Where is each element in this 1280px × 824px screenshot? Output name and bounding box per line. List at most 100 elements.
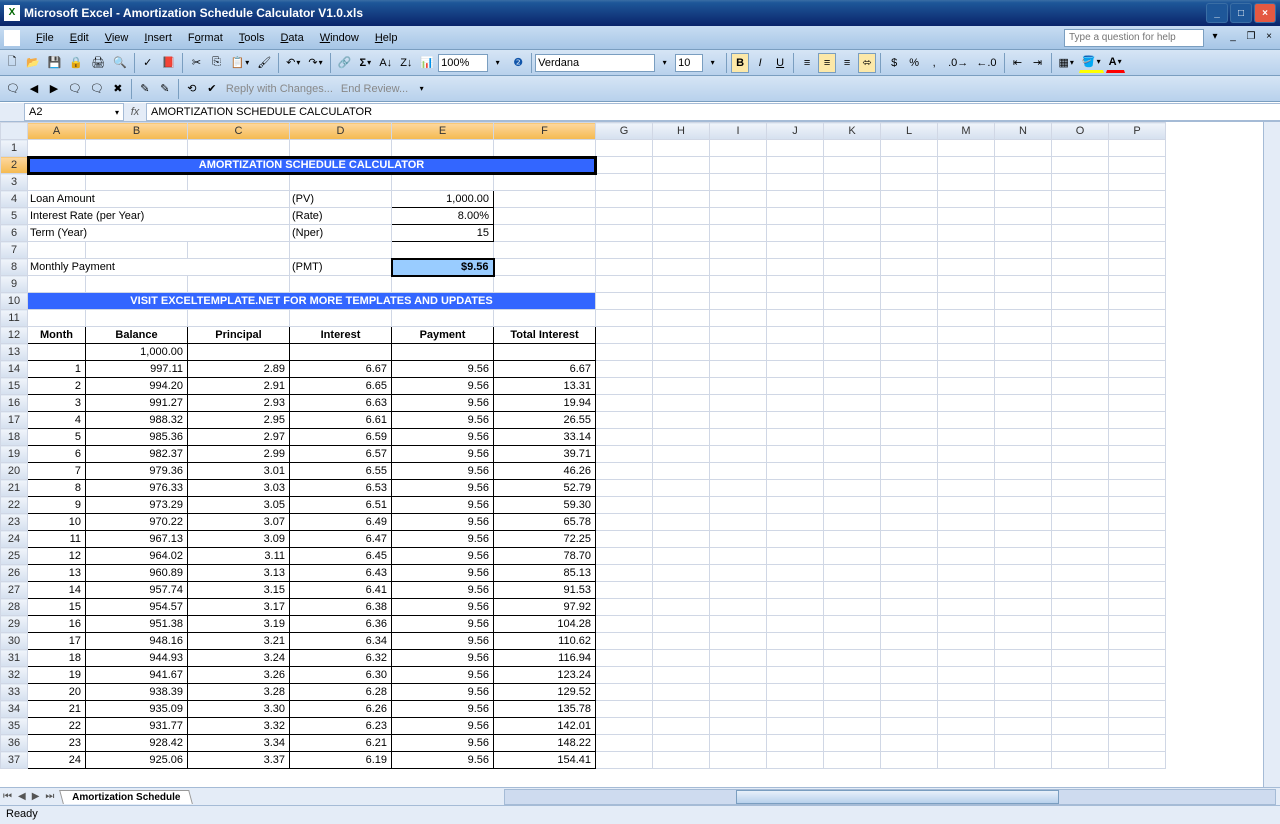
table-cell[interactable]: 6.43 <box>290 565 392 582</box>
row-header-7[interactable]: 7 <box>1 242 28 259</box>
cell[interactable] <box>767 157 824 174</box>
increase-decimal-button[interactable]: .0→ <box>945 53 971 73</box>
table-cell[interactable]: 988.32 <box>86 412 188 429</box>
row-header-8[interactable]: 8 <box>1 259 28 276</box>
maximize-button[interactable]: □ <box>1230 3 1252 23</box>
cell[interactable] <box>86 242 188 259</box>
banner-title[interactable]: AMORTIZATION SCHEDULE CALCULATOR <box>28 157 596 174</box>
table-cell[interactable]: 994.20 <box>86 378 188 395</box>
table-cell[interactable]: 1 <box>28 361 86 378</box>
cell[interactable] <box>86 276 188 293</box>
table-cell[interactable]: 2 <box>28 378 86 395</box>
table-cell[interactable] <box>28 344 86 361</box>
cell[interactable] <box>86 140 188 157</box>
cell[interactable] <box>995 157 1052 174</box>
table-cell[interactable]: 931.77 <box>86 718 188 735</box>
print-button[interactable]: 🖨 <box>88 53 108 73</box>
cell[interactable] <box>1052 157 1109 174</box>
table-cell[interactable]: 970.22 <box>86 514 188 531</box>
cell[interactable] <box>995 276 1052 293</box>
table-cell[interactable]: 973.29 <box>86 497 188 514</box>
decrease-decimal-button[interactable]: ←.0 <box>973 53 999 73</box>
table-cell[interactable]: 15 <box>28 599 86 616</box>
cell[interactable] <box>938 174 995 191</box>
table-cell[interactable]: 954.57 <box>86 599 188 616</box>
table-cell[interactable]: 985.36 <box>86 429 188 446</box>
cell[interactable] <box>28 276 86 293</box>
table-cell[interactable]: 9.56 <box>392 752 494 769</box>
cell[interactable] <box>1109 276 1166 293</box>
row-header-22[interactable]: 22 <box>1 497 28 514</box>
cell[interactable] <box>188 174 290 191</box>
col-header-N[interactable]: N <box>995 123 1052 140</box>
cell[interactable] <box>392 276 494 293</box>
table-cell[interactable]: 123.24 <box>494 667 596 684</box>
row-header-14[interactable]: 14 <box>1 361 28 378</box>
table-cell[interactable]: 3.11 <box>188 548 290 565</box>
table-cell[interactable]: 18 <box>28 650 86 667</box>
row-header-12[interactable]: 12 <box>1 327 28 344</box>
table-cell[interactable]: 2.99 <box>188 446 290 463</box>
row-header-29[interactable]: 29 <box>1 616 28 633</box>
table-cell[interactable]: 6.61 <box>290 412 392 429</box>
input-label[interactable]: Interest Rate (per Year) <box>28 208 290 225</box>
percent-button[interactable]: % <box>905 53 923 73</box>
table-cell[interactable]: 59.30 <box>494 497 596 514</box>
end-review-button[interactable]: End Review... <box>337 83 412 95</box>
cell[interactable] <box>494 174 596 191</box>
fontsize-dropdown[interactable]: ▾ <box>704 53 722 73</box>
row-header-26[interactable]: 26 <box>1 565 28 582</box>
show-all-comments-button[interactable]: 🗨 <box>87 79 107 99</box>
cell[interactable] <box>494 242 596 259</box>
table-cell[interactable]: 9.56 <box>392 650 494 667</box>
prev-comment-button[interactable]: ◀ <box>25 79 43 99</box>
table-cell[interactable]: 154.41 <box>494 752 596 769</box>
col-header-L[interactable]: L <box>881 123 938 140</box>
input-label[interactable]: Loan Amount <box>28 191 290 208</box>
table-cell[interactable]: 13.31 <box>494 378 596 395</box>
table-cell[interactable]: 9.56 <box>392 480 494 497</box>
table-cell[interactable]: 9.56 <box>392 616 494 633</box>
table-cell[interactable]: 2.97 <box>188 429 290 446</box>
table-cell[interactable]: 6.41 <box>290 582 392 599</box>
select-all-button[interactable] <box>1 123 28 140</box>
row-header-24[interactable]: 24 <box>1 531 28 548</box>
ink-button[interactable]: ✎ <box>136 79 154 99</box>
row-header-32[interactable]: 32 <box>1 667 28 684</box>
row-header-16[interactable]: 16 <box>1 395 28 412</box>
table-cell[interactable]: 6.32 <box>290 650 392 667</box>
delete-comment-button[interactable]: ✖ <box>109 79 127 99</box>
col-header-D[interactable]: D <box>290 123 392 140</box>
cell[interactable] <box>938 140 995 157</box>
cell[interactable] <box>653 310 710 327</box>
sort-desc-button[interactable]: Z↓ <box>397 53 415 73</box>
decrease-indent-button[interactable]: ⇤ <box>1009 53 1027 73</box>
banner-link[interactable]: VISIT EXCELTEMPLATE.NET FOR MORE TEMPLAT… <box>28 293 596 310</box>
cell[interactable] <box>710 242 767 259</box>
table-cell[interactable]: 6.57 <box>290 446 392 463</box>
name-box[interactable]: A2▾ <box>24 103 124 121</box>
table-cell[interactable]: 941.67 <box>86 667 188 684</box>
doc-close-button[interactable]: × <box>1262 31 1276 45</box>
menu-format[interactable]: Format <box>180 30 231 46</box>
underline-button[interactable]: U <box>771 53 789 73</box>
row-header-11[interactable]: 11 <box>1 310 28 327</box>
align-right-button[interactable]: ≡ <box>838 53 856 73</box>
table-cell[interactable]: 3.01 <box>188 463 290 480</box>
table-cell[interactable]: 6.36 <box>290 616 392 633</box>
table-cell[interactable]: 9.56 <box>392 429 494 446</box>
row-header-6[interactable]: 6 <box>1 225 28 242</box>
cell[interactable] <box>881 140 938 157</box>
table-cell[interactable]: 9.56 <box>392 446 494 463</box>
input-label[interactable]: Term (Year) <box>28 225 290 242</box>
cell[interactable] <box>881 310 938 327</box>
table-cell[interactable]: 3.19 <box>188 616 290 633</box>
fontsize-input[interactable] <box>675 54 703 72</box>
input-symbol[interactable]: (PMT) <box>290 259 392 276</box>
table-cell[interactable]: 6.45 <box>290 548 392 565</box>
table-cell[interactable]: 13 <box>28 565 86 582</box>
input-symbol[interactable]: (Rate) <box>290 208 392 225</box>
table-cell[interactable]: 91.53 <box>494 582 596 599</box>
cell[interactable] <box>494 276 596 293</box>
table-cell[interactable]: 3.28 <box>188 684 290 701</box>
